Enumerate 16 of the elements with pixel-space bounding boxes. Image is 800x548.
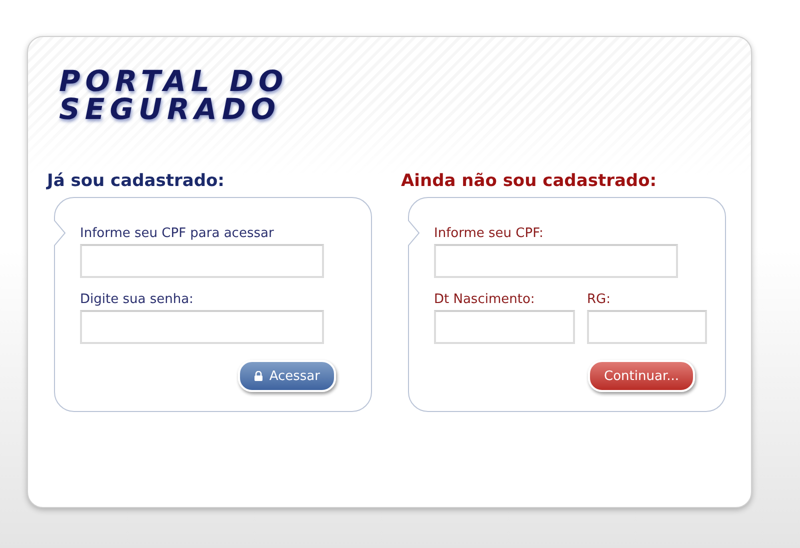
- field-label: RG:: [587, 292, 612, 307]
- input-field[interactable]: [80, 310, 324, 344]
- section-heading: Ainda não sou cadastrado:: [401, 171, 658, 191]
- lock-icon: [254, 371, 264, 381]
- field-label: Digite sua senha:: [80, 292, 194, 307]
- field-label: Informe seu CPF para acessar: [80, 226, 275, 241]
- portal-logo: PORTAL DO SEGURADO: [59, 67, 290, 123]
- input-field[interactable]: [434, 244, 678, 278]
- section-heading: Já sou cadastrado:: [47, 171, 226, 191]
- field-label: Dt Nascimento:: [434, 292, 536, 307]
- field-label: Informe seu CPF:: [434, 226, 544, 241]
- input-field[interactable]: [80, 244, 324, 278]
- input-field[interactable]: [434, 310, 575, 344]
- continue-button[interactable]: Continuar...: [588, 360, 695, 392]
- login-button[interactable]: Acessar: [238, 360, 336, 392]
- input-field[interactable]: [587, 310, 707, 344]
